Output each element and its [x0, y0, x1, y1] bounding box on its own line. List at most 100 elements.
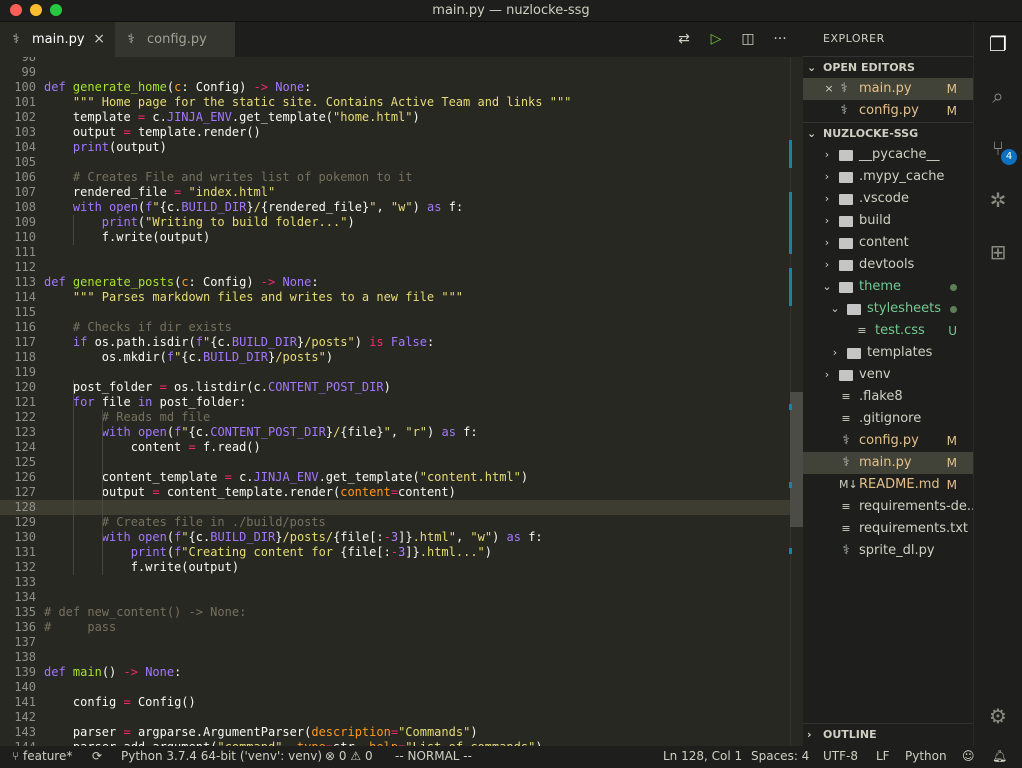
code-line[interactable]: 130 with open(f"{c.BUILD_DIR}/posts/{fil…	[0, 530, 790, 545]
search-icon[interactable]: ⌕	[986, 84, 1010, 108]
tree-item[interactable]: › templates	[803, 342, 973, 364]
tree-item[interactable]: ≡ test.css U	[803, 320, 973, 342]
code-line[interactable]: 113 def generate_posts(c: Config) -> None…	[0, 275, 790, 290]
code-line[interactable]: 104 print(output)	[0, 140, 790, 155]
code-line[interactable]: 123 with open(f"{c.CONTENT_POST_DIR}/{fi…	[0, 425, 790, 440]
tree-item[interactable]: ≡ .gitignore	[803, 408, 973, 430]
tree-item[interactable]: › venv	[803, 364, 973, 386]
feedback-icon[interactable]: ☺	[962, 749, 975, 763]
code-line[interactable]: 101 """ Home page for the static site. C…	[0, 95, 790, 110]
code-line[interactable]: 109 print("Writing to build folder...")	[0, 215, 790, 230]
code-line[interactable]: 120 post_folder = os.listdir(c.CONTENT_P…	[0, 380, 790, 395]
close-icon[interactable]: ×	[823, 78, 835, 100]
tree-item[interactable]: ⚕ sprite_dl.py	[803, 540, 973, 562]
tree-item[interactable]: › __pycache__	[803, 144, 973, 166]
code-line[interactable]: 133	[0, 575, 790, 590]
tree-item[interactable]: ⚕ config.py M	[803, 430, 973, 452]
open-editor-main-py[interactable]: × ⚕ main.py M	[803, 78, 973, 100]
end-of-line[interactable]: LF	[876, 749, 890, 763]
extensions-icon[interactable]: ⊞	[986, 240, 1010, 264]
code-line[interactable]: 129 # Creates file in ./build/posts	[0, 515, 790, 530]
tree-item[interactable]: ≡ requirements-de...	[803, 496, 973, 518]
code-line[interactable]: 139 def main() -> None:	[0, 665, 790, 680]
code-line[interactable]: 112	[0, 260, 790, 275]
line-number: 123	[14, 425, 36, 439]
language-mode[interactable]: Python	[905, 749, 947, 763]
encoding[interactable]: UTF-8	[823, 749, 858, 763]
sync-icon[interactable]: ⟳	[92, 749, 102, 763]
code-line[interactable]: 128	[0, 500, 790, 515]
code-line[interactable]: 127 output = content_template.render(con…	[0, 485, 790, 500]
code-line[interactable]: 116 # Checks if dir exists	[0, 320, 790, 335]
code-line[interactable]: 98	[0, 57, 790, 65]
open-editors-header[interactable]: ⌄ OPEN EDITORS	[803, 56, 973, 78]
code-line[interactable]: 135 # def new_content() -> None:	[0, 605, 790, 620]
tab-config-py[interactable]: ⚕ config.py	[115, 22, 235, 57]
cursor-position[interactable]: Ln 128, Col 1	[663, 749, 742, 763]
run-icon[interactable]: ▷	[707, 30, 725, 48]
notifications-icon[interactable]: 🔔︎	[992, 749, 1007, 763]
tree-item[interactable]: ⚕ main.py M	[803, 452, 973, 474]
code-editor[interactable]: 98 99 100 def generate_home(c: Config) -> N…	[0, 57, 790, 746]
code-line[interactable]: 126 content_template = c.JINJA_ENV.get_t…	[0, 470, 790, 485]
code-line[interactable]: 108 with open(f"{c.BUILD_DIR}/{rendered_…	[0, 200, 790, 215]
scrollbar-thumb[interactable]	[790, 392, 803, 527]
tree-item[interactable]: ⌄ theme	[803, 276, 973, 298]
code-line[interactable]: 118 os.mkdir(f"{c.BUILD_DIR}/posts")	[0, 350, 790, 365]
tree-item[interactable]: › .mypy_cache	[803, 166, 973, 188]
outline-header[interactable]: › OUTLINE	[803, 723, 973, 745]
code-line[interactable]: 124 content = f.read()	[0, 440, 790, 455]
open-editor-config-py[interactable]: ⚕ config.py M	[803, 100, 973, 122]
code-line[interactable]: 141 config = Config()	[0, 695, 790, 710]
more-actions-icon[interactable]: ···	[771, 30, 789, 48]
tree-item[interactable]: › content	[803, 232, 973, 254]
code-line[interactable]: 114 """ Parses markdown files and writes…	[0, 290, 790, 305]
gear-icon[interactable]: ⚙	[986, 704, 1010, 728]
tab-main-py[interactable]: ⚕ main.py ×	[0, 22, 115, 57]
split-editor-icon[interactable]: ◫	[739, 30, 757, 48]
close-icon[interactable]: ×	[93, 31, 105, 47]
code-line[interactable]: 107 rendered_file = "index.html"	[0, 185, 790, 200]
code-line[interactable]: 122 # Reads md file	[0, 410, 790, 425]
code-line[interactable]: 99	[0, 65, 790, 80]
debug-icon[interactable]: ✲	[986, 188, 1010, 212]
branch-status[interactable]: ⑂ feature*	[12, 749, 72, 763]
git-status-badge: M	[946, 456, 957, 470]
code-line[interactable]: 117 if os.path.isdir(f"{c.BUILD_DIR}/pos…	[0, 335, 790, 350]
code-line[interactable]: 137	[0, 635, 790, 650]
explorer-icon[interactable]: ❐	[986, 32, 1010, 56]
code-line[interactable]: 100 def generate_home(c: Config) -> None:	[0, 80, 790, 95]
code-line[interactable]: 143 parser = argparse.ArgumentParser(des…	[0, 725, 790, 740]
code-line[interactable]: 115	[0, 305, 790, 320]
code-line[interactable]: 142	[0, 710, 790, 725]
code-line[interactable]: 105	[0, 155, 790, 170]
code-line[interactable]: 110 f.write(output)	[0, 230, 790, 245]
code-line[interactable]: 111	[0, 245, 790, 260]
problems-status[interactable]: ⊗ 0 ⚠ 0	[325, 749, 373, 763]
tree-item[interactable]: M↓ README.md M	[803, 474, 973, 496]
code-line[interactable]: 103 output = template.render()	[0, 125, 790, 140]
code-line[interactable]: 131 print(f"Creating content for {file[:…	[0, 545, 790, 560]
project-header[interactable]: ⌄ NUZLOCKE-SSG	[803, 122, 973, 144]
code-line[interactable]: 121 for file in post_folder:	[0, 395, 790, 410]
code-line[interactable]: 132 f.write(output)	[0, 560, 790, 575]
compare-changes-icon[interactable]: ⇄	[675, 30, 693, 48]
tree-item[interactable]: › build	[803, 210, 973, 232]
chevron-right-icon: ›	[824, 214, 830, 227]
code-line[interactable]: 138	[0, 650, 790, 665]
code-line[interactable]: 140	[0, 680, 790, 695]
code-line[interactable]: 125	[0, 455, 790, 470]
code-line[interactable]: 106 # Creates File and writes list of po…	[0, 170, 790, 185]
code-line[interactable]: 119	[0, 365, 790, 380]
python-interpreter[interactable]: Python 3.7.4 64-bit ('venv': venv)	[121, 749, 322, 763]
tree-item[interactable]: ≡ .flake8	[803, 386, 973, 408]
indentation[interactable]: Spaces: 4	[751, 749, 809, 763]
tree-item-label: theme	[859, 279, 901, 294]
tree-item[interactable]: ⌄ stylesheets	[803, 298, 973, 320]
tree-item[interactable]: › .vscode	[803, 188, 973, 210]
code-line[interactable]: 134	[0, 590, 790, 605]
tree-item[interactable]: › devtools	[803, 254, 973, 276]
code-line[interactable]: 136 # pass	[0, 620, 790, 635]
code-line[interactable]: 102 template = c.JINJA_ENV.get_template(…	[0, 110, 790, 125]
tree-item[interactable]: ≡ requirements.txt	[803, 518, 973, 540]
